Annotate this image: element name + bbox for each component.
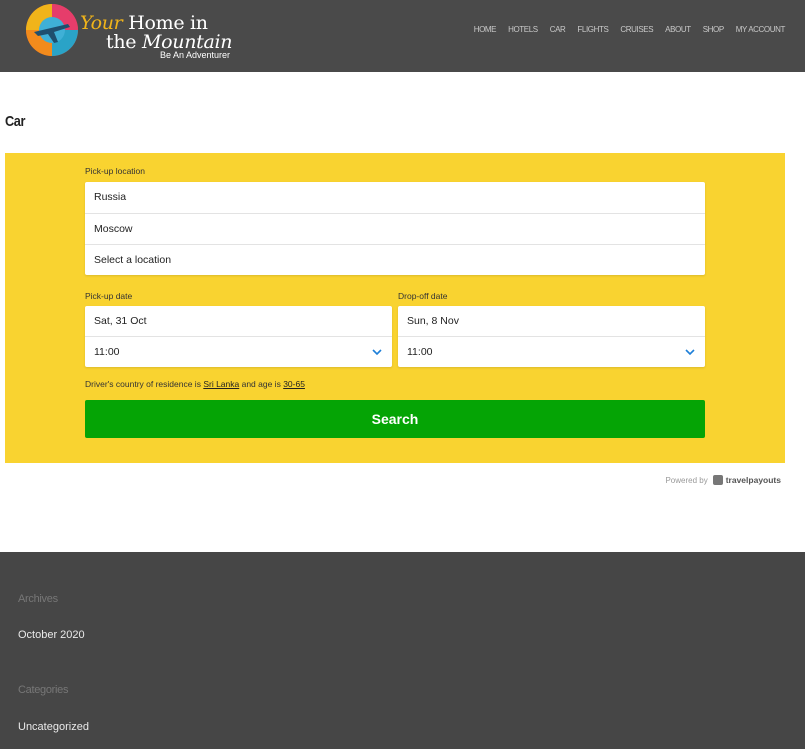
pickup-location-box: Russia Moscow Select a location <box>85 182 705 275</box>
travelpayouts-link[interactable]: travelpayouts <box>726 475 781 485</box>
residence-country-link[interactable]: Sri Lanka <box>203 379 239 389</box>
pickup-location-label: Pick-up location <box>85 166 146 176</box>
archive-link-october-2020[interactable]: October 2020 <box>18 629 85 641</box>
nav-my-account[interactable]: MY ACCOUNT <box>736 25 786 34</box>
nav-flights[interactable]: FLIGHTS <box>577 25 608 34</box>
site-header: Your Home in the Mountain Be An Adventur… <box>0 0 805 72</box>
category-link-uncategorized[interactable]: Uncategorized <box>18 721 89 733</box>
nav-cruises[interactable]: CRUISES <box>620 25 653 34</box>
dropoff-datetime-box: Sun, 8 Nov 11:00 <box>398 306 705 367</box>
travelpayouts-icon <box>712 475 723 485</box>
pickup-time-value: 11:00 <box>94 346 120 358</box>
dropoff-time-value: 11:00 <box>407 346 433 358</box>
site-logo[interactable]: Your Home in the Mountain Be An Adventur… <box>24 2 244 64</box>
archives-heading: Archives <box>18 593 58 605</box>
nav-car[interactable]: CAR <box>550 25 566 34</box>
pickup-date-label: Pick-up date <box>85 291 133 301</box>
chevron-down-icon <box>685 349 695 356</box>
pickup-date-field[interactable]: Sat, 31 Oct <box>85 306 392 337</box>
driver-residence-note: Driver's country of residence is Sri Lan… <box>85 379 305 389</box>
chevron-down-icon <box>372 349 382 356</box>
pickup-datetime-box: Sat, 31 Oct 11:00 <box>85 306 392 367</box>
nav-home[interactable]: HOME <box>474 25 497 34</box>
location-city-field[interactable]: Moscow <box>85 213 705 244</box>
pickup-time-select[interactable]: 11:00 <box>85 336 392 367</box>
location-select-field[interactable]: Select a location <box>85 244 705 275</box>
dropoff-time-select[interactable]: 11:00 <box>398 336 705 367</box>
powered-by: Powered by travelpayouts <box>665 475 781 485</box>
page-title: Car <box>5 113 25 130</box>
categories-heading: Categories <box>18 684 69 696</box>
globe-plane-logo-icon <box>26 4 78 56</box>
logo-tagline: Be An Adventurer <box>160 50 231 60</box>
nav-about[interactable]: ABOUT <box>665 25 691 34</box>
nav-shop[interactable]: SHOP <box>703 25 724 34</box>
site-footer: Archives October 2020 Categories Uncateg… <box>0 552 805 749</box>
car-search-widget: Pick-up location Russia Moscow Select a … <box>5 153 785 463</box>
location-country-field[interactable]: Russia <box>85 182 705 213</box>
search-button[interactable]: Search <box>85 400 705 438</box>
dropoff-date-label: Drop-off date <box>398 291 448 301</box>
dropoff-date-field[interactable]: Sun, 8 Nov <box>398 306 705 337</box>
main-nav: HOME HOTELS CAR FLIGHTS CRUISES ABOUT SH… <box>462 25 786 34</box>
driver-age-link[interactable]: 30-65 <box>283 379 305 389</box>
nav-hotels[interactable]: HOTELS <box>508 25 538 34</box>
